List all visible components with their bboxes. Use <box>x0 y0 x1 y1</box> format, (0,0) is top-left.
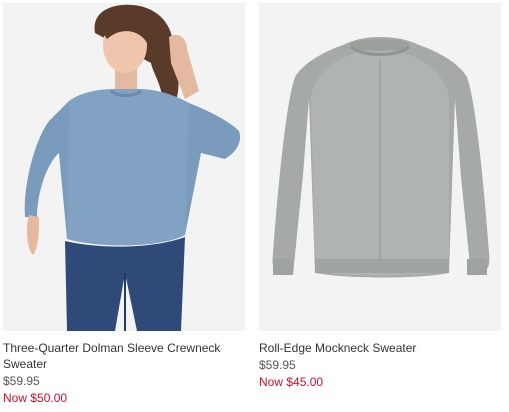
product-card[interactable]: Three-Quarter Dolman Sleeve Crewneck Swe… <box>3 0 245 406</box>
regular-price: $59.95 <box>3 374 40 388</box>
product-info: Three-Quarter Dolman Sleeve Crewneck Swe… <box>3 331 245 406</box>
sale-price: Now $50.00 <box>3 391 68 405</box>
product-image[interactable] <box>259 3 501 331</box>
product-card[interactable]: Roll-Edge Mockneck Sweater $59.95 Now $4… <box>259 0 501 390</box>
product-name-link[interactable]: Roll-Edge Mockneck Sweater <box>259 340 501 356</box>
regular-price: $59.95 <box>259 358 296 372</box>
product-grid: Three-Quarter Dolman Sleeve Crewneck Swe… <box>0 0 509 412</box>
model-wearing-blue-sweater-icon <box>3 3 245 331</box>
product-info: Roll-Edge Mockneck Sweater $59.95 Now $4… <box>259 331 501 390</box>
sale-price: Now $45.00 <box>259 375 324 389</box>
grey-sweater-flat-icon <box>259 3 501 331</box>
product-image[interactable] <box>3 3 245 331</box>
product-name-link[interactable]: Three-Quarter Dolman Sleeve Crewneck Swe… <box>3 340 245 372</box>
